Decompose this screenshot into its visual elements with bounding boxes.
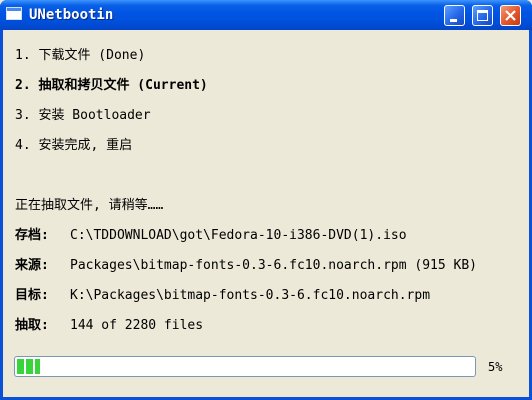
title-bar[interactable]: UNetbootin — [0, 0, 532, 30]
maximize-button[interactable] — [472, 5, 493, 26]
progress-track — [17, 359, 473, 374]
close-button[interactable] — [500, 5, 521, 26]
archive-value: C:\TDDOWNLOAD\got\Fedora-10-i386-DVD(1).… — [70, 228, 407, 243]
status-message: 正在抽取文件, 请稍等…… — [15, 198, 164, 213]
source-label: 来源: — [15, 258, 49, 273]
minimize-button[interactable] — [444, 5, 465, 26]
archive-label: 存档: — [15, 228, 49, 243]
progress-percent: 5% — [488, 360, 503, 374]
target-value: K:\Packages\bitmap-fonts-0.3-6.fc10.noar… — [70, 288, 431, 303]
target-row: 目标: K:\Packages\bitmap-fonts-0.3-6.fc10.n… — [15, 288, 430, 304]
step-finish-reboot: 4. 安装完成, 重启 — [15, 138, 133, 153]
step-install-bootloader: 3. 安装 Bootloader — [15, 108, 151, 123]
source-value: Packages\bitmap-fonts-0.3-6.fc10.noarch.… — [70, 258, 477, 273]
extract-value: 144 of 2280 files — [70, 318, 204, 333]
unetbootin-window: UNetbootin 1. 下载文件 (Done) 2. 抽取和拷贝文件 (Cu… — [0, 0, 532, 400]
target-label: 目标: — [15, 288, 49, 303]
app-window-icon — [6, 7, 22, 20]
step-extract-current: 2. 抽取和拷贝文件 (Current) — [15, 78, 208, 93]
archive-row: 存档: C:\TDDOWNLOAD\got\Fedora-10-i386-DVD(… — [15, 228, 407, 244]
client-area: 1. 下载文件 (Done) 2. 抽取和拷贝文件 (Current) 3. 安… — [3, 30, 529, 397]
step-download: 1. 下载文件 (Done) — [15, 48, 146, 63]
extract-row: 抽取: 144 of 2280 files — [15, 318, 203, 334]
window-title: UNetbootin — [29, 7, 114, 23]
maximize-icon — [477, 10, 488, 21]
progress-fill — [17, 359, 40, 374]
close-icon — [505, 10, 516, 21]
progress-bar — [14, 356, 476, 377]
extract-label: 抽取: — [15, 318, 49, 333]
source-row: 来源: Packages\bitmap-fonts-0.3-6.fc10.noar… — [15, 258, 477, 274]
minimize-icon — [450, 19, 457, 22]
